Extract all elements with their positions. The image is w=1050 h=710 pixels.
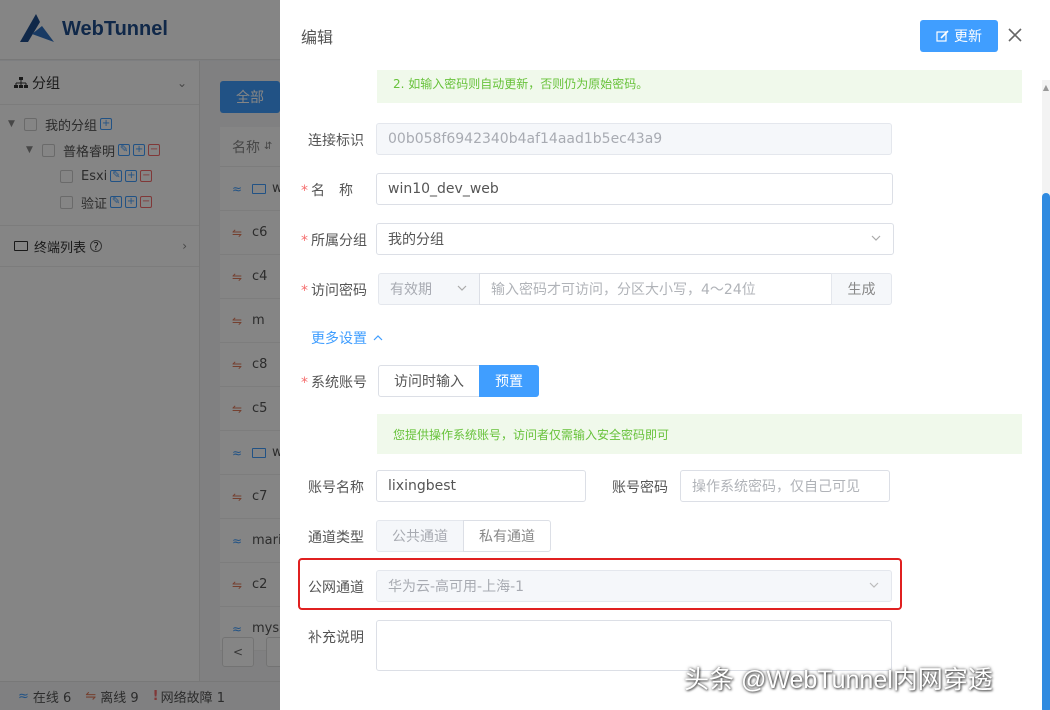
sys-account-option-preset[interactable]: 预置 (479, 365, 539, 397)
name-label: * 名 称 (301, 183, 353, 199)
edit-drawer: 2. 如输入密码则自动更新，否则仍为原始密码。 连接标识 00b058f6942… (280, 0, 1050, 710)
conn-id-label: 连接标识 (308, 133, 364, 149)
chevron-down-icon (871, 235, 881, 241)
drawer-body: 2. 如输入密码则自动更新，否则仍为原始密码。 连接标识 00b058f6942… (280, 0, 1040, 710)
name-input[interactable]: win10_dev_web (376, 173, 893, 205)
highlight-box (298, 558, 902, 610)
channel-type-private[interactable]: 私有通道 (463, 520, 551, 552)
validity-select-value: 有效期 (390, 282, 432, 298)
more-settings-link[interactable]: 更多设置 (311, 328, 383, 348)
password-label: * 访问密码 (301, 283, 367, 299)
validity-select[interactable]: 有效期 (378, 273, 480, 305)
generate-button[interactable]: 生成 (831, 273, 892, 305)
drawer-title: 编辑 (301, 28, 334, 47)
account-name-input[interactable]: lixingbest (376, 470, 586, 502)
scroll-thumb[interactable] (1042, 193, 1050, 710)
drawer-header: 编辑 更新 (280, 0, 1050, 70)
password-placeholder: 输入密码才可访问，分区大小写，4～24位 (491, 282, 756, 298)
remark-label: 补充说明 (308, 630, 364, 646)
password-input[interactable]: 输入密码才可访问，分区大小写，4～24位 (479, 273, 832, 305)
edit-icon (936, 29, 949, 42)
scroll-up-icon[interactable]: ▲ (1042, 84, 1050, 92)
chevron-down-icon (457, 285, 467, 291)
sys-account-tip: 您提供操作系统账号，访问者仅需输入安全密码即可 (377, 414, 1022, 454)
watermark: 头条 @WebTunnel内网穿透 (684, 666, 993, 694)
account-pwd-input[interactable]: 操作系统密码，仅自己可见 (680, 470, 890, 502)
update-button-label: 更新 (954, 29, 982, 45)
account-pwd-label: 账号密码 (612, 480, 668, 496)
channel-type-label: 通道类型 (308, 530, 364, 546)
group-label: * 所属分组 (301, 233, 367, 249)
sys-account-option-input[interactable]: 访问时输入 (378, 365, 480, 397)
sys-account-label: * 系统账号 (301, 375, 367, 391)
account-name-label: 账号名称 (308, 480, 364, 496)
account-pwd-placeholder: 操作系统密码，仅自己可见 (692, 479, 860, 495)
update-button[interactable]: 更新 (920, 20, 998, 52)
conn-id-input: 00b058f6942340b4af14aad1b5ec43a9 (376, 123, 892, 155)
close-icon[interactable] (1004, 24, 1026, 46)
group-select-value: 我的分组 (388, 232, 444, 248)
more-settings-text: 更多设置 (311, 331, 367, 347)
channel-type-public[interactable]: 公共通道 (376, 520, 464, 552)
group-select[interactable]: 我的分组 (376, 223, 894, 255)
drawer-scrollbar[interactable]: ▲ (1042, 80, 1050, 710)
chevron-up-icon (373, 335, 383, 341)
